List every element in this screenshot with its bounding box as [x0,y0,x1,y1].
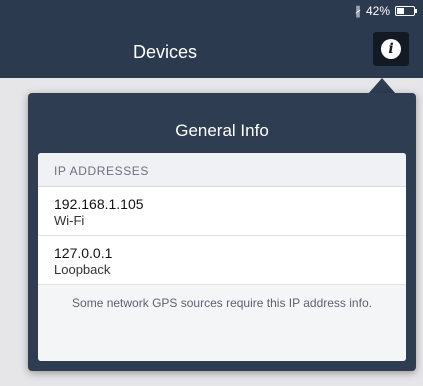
status-bar: ∦ 42% [0,0,423,22]
list-item: 127.0.0.1 Loopback [38,236,406,285]
battery-fill [397,8,404,14]
list-item: 192.168.1.105 Wi-Fi [38,187,406,236]
ip-addresses-card: IP ADDRESSES 192.168.1.105 Wi-Fi 127.0.0… [38,153,406,361]
battery-icon [395,6,417,16]
interface-name: Loopback [54,262,111,277]
ip-address: 127.0.0.1 [54,245,113,261]
section-header: IP ADDRESSES [38,153,406,187]
info-icon: i [381,39,401,59]
popover-arrow [368,78,396,94]
navigation-bar: Devices i [0,22,423,78]
bluetooth-icon: ∦ [354,4,361,18]
page-title: Devices [132,42,198,62]
battery-percentage: 42% [365,4,390,18]
popover-title: General Info [175,121,269,140]
info-button[interactable]: i [373,32,409,66]
ip-address: 192.168.1.105 [54,196,144,212]
footer-note: Some network GPS sources require this IP… [38,285,406,361]
status-indicators: ∦ 42% [354,4,417,18]
general-info-popover: General Info IP ADDRESSES 192.168.1.105 … [28,93,416,371]
interface-name: Wi-Fi [54,213,85,228]
